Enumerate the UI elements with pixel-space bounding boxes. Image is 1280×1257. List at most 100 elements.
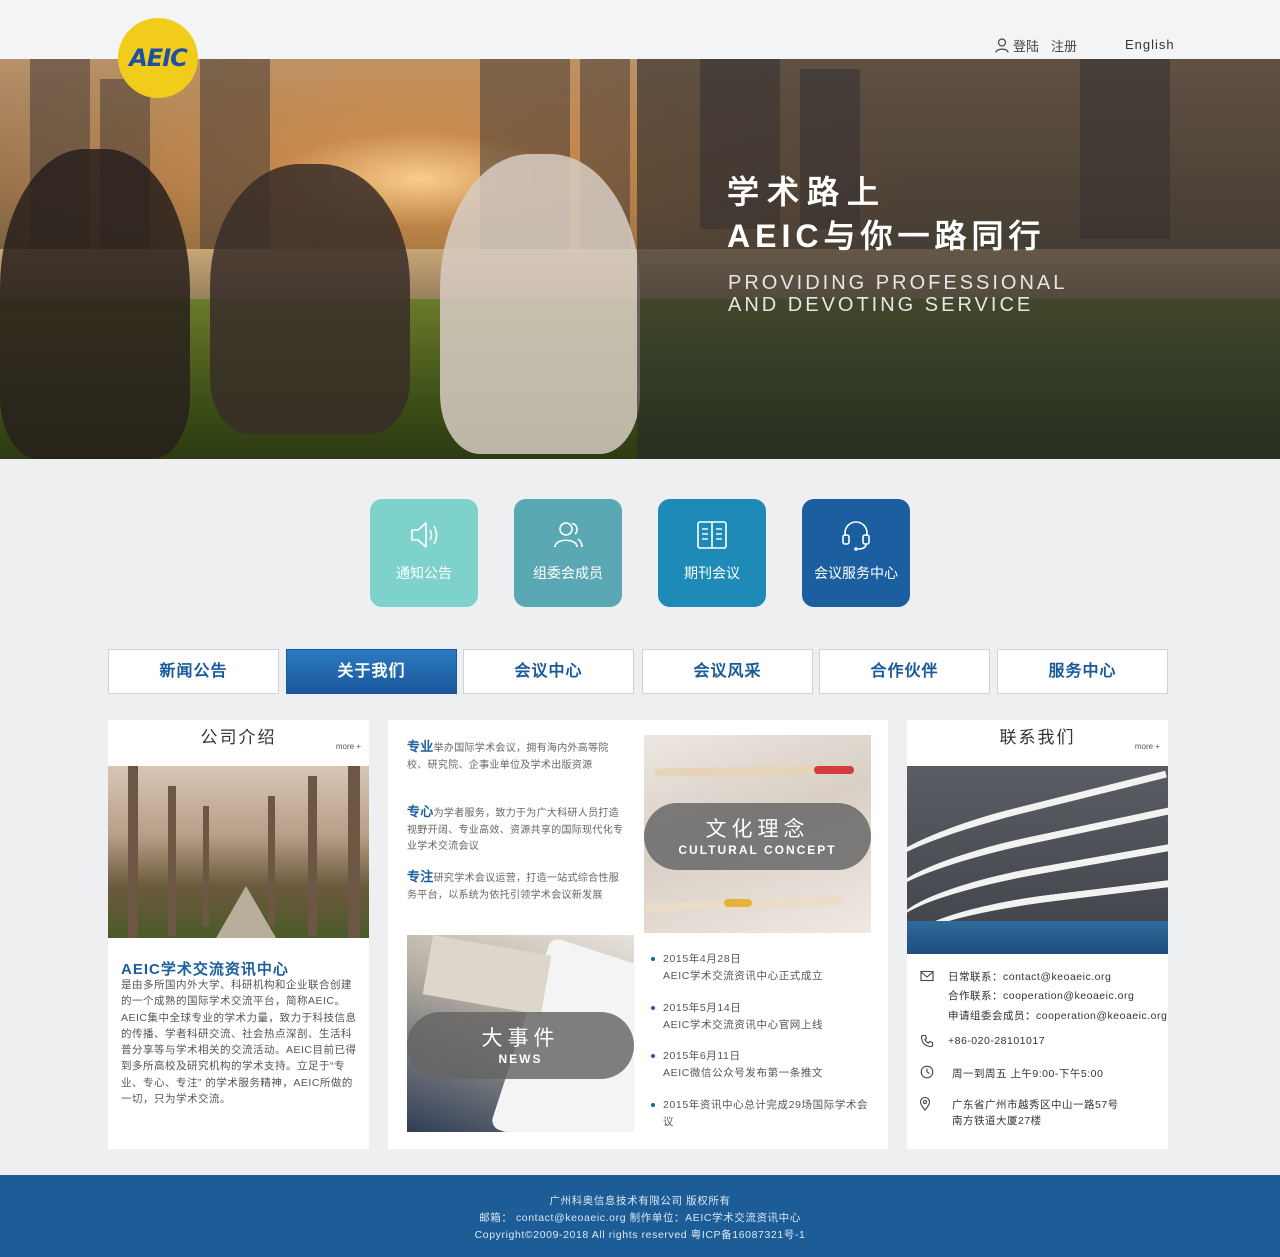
timeline-date: 2015年4月28日 xyxy=(663,953,742,965)
person-figure xyxy=(440,154,640,454)
company-heading-text: 公司介绍 xyxy=(200,728,277,747)
book-icon xyxy=(697,521,727,549)
hero-title-line2: AEIC与你一路同行 xyxy=(727,218,1046,254)
user-links: 登陆 注册 xyxy=(995,36,1089,55)
tile-label: 期刊会议 xyxy=(684,565,740,581)
sea-strip xyxy=(907,921,1168,954)
register-link[interactable]: 注册 xyxy=(1051,36,1077,55)
about-item-key: 专注 xyxy=(407,869,434,884)
tree-trunk xyxy=(348,766,360,938)
about-item-text: 为学者服务，致力于为广大科研人员打造视野开阔、专业高效、资源共享的国际现代化专业… xyxy=(407,808,624,852)
bullet-dot xyxy=(651,1006,655,1010)
footer-contact: 邮箱： contact@keoaeic.org 制作单位：AEIC学术交流资讯中… xyxy=(479,1212,801,1224)
timeline-date: 2015年6月11日 xyxy=(663,1050,741,1062)
headset-icon xyxy=(842,521,870,551)
daily-email[interactable]: contact@keoaeic.org xyxy=(1003,971,1111,983)
building-photo xyxy=(907,766,1168,954)
company-title: AEIC学术交流资讯中心 xyxy=(121,961,289,978)
culture-badge[interactable]: 文化理念 CULTURAL CONCEPT xyxy=(644,803,871,870)
daily-label: 日常联系： xyxy=(948,971,1003,983)
coop-label: 合作联系： xyxy=(948,990,1003,1002)
hero-banner: 学术路上 AEIC与你一路同行 PROVIDING PROFESSIONAL A… xyxy=(0,59,1280,459)
tab-conference-center[interactable]: 会议中心 xyxy=(463,649,634,694)
news-badge[interactable]: 大事件 NEWS xyxy=(407,1012,634,1079)
timeline-text: AEIC学术交流资讯中心正式成立 xyxy=(663,969,824,982)
about-item-professional: 专业举办国际学术会议，拥有海内外高等院校、研究院、企事业单位及学术出版资源 xyxy=(407,739,625,774)
users-icon xyxy=(554,522,583,548)
address-line1: 广东省广州市越秀区中山一路57号 xyxy=(952,1099,1119,1111)
contact-panel-heading: 联系我们 more + xyxy=(907,720,1168,756)
contact-heading-text: 联系我们 xyxy=(999,728,1076,747)
timeline-text: 2015年资讯中心总计完成29场国际学术会议 xyxy=(663,1099,869,1128)
login-link[interactable]: 登陆 xyxy=(1013,36,1039,55)
tree-trunk xyxy=(168,786,176,936)
timeline-item[interactable]: 2015年4月28日 AEIC学术交流资讯中心正式成立 xyxy=(651,951,876,984)
clock-icon xyxy=(920,1065,934,1079)
tile-label: 组委会成员 xyxy=(533,565,603,581)
timeline-item[interactable]: 2015年资讯中心总计完成29场国际学术会议 xyxy=(651,1097,876,1130)
apply-email[interactable]: cooperation@keoaeic.org xyxy=(1036,1010,1167,1022)
hero-subtitle-line1: PROVIDING PROFESSIONAL xyxy=(728,272,1068,294)
hero-subtitle-line2: AND DEVOTING SERVICE xyxy=(728,294,1034,316)
tile-label: 通知公告 xyxy=(396,565,452,581)
tile-service-center[interactable]: 会议服务中心 xyxy=(802,499,910,607)
tab-partners[interactable]: 合作伙伴 xyxy=(819,649,990,694)
language-switch[interactable]: English xyxy=(1125,37,1175,52)
footer: 广州科奥信息技术有限公司 版权所有 邮箱： contact@keoaeic.or… xyxy=(0,1175,1280,1257)
timeline-date: 2015年5月14日 xyxy=(663,1002,742,1014)
coop-email[interactable]: cooperation@keoaeic.org xyxy=(1003,990,1134,1002)
contact-more-link[interactable]: more + xyxy=(1135,742,1160,752)
apply-contact: 申请组委会成员：cooperation@keoaeic.org xyxy=(948,1008,1167,1023)
address: 广东省广州市越秀区中山一路57号 南方铁道大厦27楼 xyxy=(952,1097,1119,1129)
tab-about[interactable]: 关于我们 xyxy=(286,649,457,694)
office-hours: 周一到周五 上午9:00-下午5:00 xyxy=(952,1068,1104,1080)
hero-subtitle: PROVIDING PROFESSIONAL AND DEVOTING SERV… xyxy=(728,272,1128,316)
culture-title: 文化理念 xyxy=(705,818,810,841)
tree-trunk xyxy=(308,776,317,936)
about-item-focused: 专注研究学术会议运营，打造一站式综合性服务平台，以系统为依托引领学术会议新发展 xyxy=(407,869,625,904)
tile-committee[interactable]: 组委会成员 xyxy=(514,499,622,607)
tile-journals[interactable]: 期刊会议 xyxy=(658,499,766,607)
tile-notices[interactable]: 通知公告 xyxy=(370,499,478,607)
tile-label: 会议服务中心 xyxy=(814,565,898,581)
park-path xyxy=(216,886,276,938)
user-icon xyxy=(995,38,1009,53)
company-panel-heading: 公司介绍 more + xyxy=(108,720,369,756)
daily-contact: 日常联系：contact@keoaeic.org xyxy=(948,969,1111,984)
phone-icon xyxy=(920,1034,934,1048)
company-more-link[interactable]: more + xyxy=(336,742,361,752)
about-item-key: 专心 xyxy=(407,804,434,819)
bullet-dot xyxy=(651,957,655,961)
timeline-text: AEIC学术交流资讯中心官网上线 xyxy=(663,1018,824,1031)
location-pin-icon xyxy=(919,1097,931,1111)
footer-company: 广州科奥信息技术有限公司 版权所有 xyxy=(549,1195,731,1207)
about-item-text: 研究学术会议运营，打造一站式综合性服务平台，以系统为依托引领学术会议新发展 xyxy=(407,873,620,901)
bullet-dot xyxy=(651,1103,655,1107)
hero-overlay xyxy=(637,59,1280,459)
logo-text: AEIC xyxy=(129,44,188,72)
tree-trunk xyxy=(203,806,209,926)
pencil-tip-red xyxy=(814,766,854,774)
tab-service-center[interactable]: 服务中心 xyxy=(997,649,1168,694)
culture-subtitle: CULTURAL CONCEPT xyxy=(678,843,837,857)
phone-number[interactable]: +86-020-28101017 xyxy=(948,1035,1045,1047)
about-item-dedicated: 专心为学者服务，致力于为广大科研人员打造视野开阔、专业高效、资源共享的国际现代化… xyxy=(407,804,625,856)
tab-news[interactable]: 新闻公告 xyxy=(108,649,279,694)
tab-conference-gallery[interactable]: 会议风采 xyxy=(642,649,813,694)
person-figure xyxy=(210,164,410,434)
timeline-item[interactable]: 2015年5月14日 AEIC学术交流资讯中心官网上线 xyxy=(651,1000,876,1033)
person-figure xyxy=(0,149,190,459)
apply-label: 申请组委会成员： xyxy=(948,1010,1036,1022)
about-item-key: 专业 xyxy=(407,739,434,754)
tree-trunk xyxy=(128,766,138,938)
hero-title-line1: 学术路上 xyxy=(727,174,888,210)
footer-copyright: Copyright©2009-2018 All rights reserved … xyxy=(474,1229,806,1241)
coop-contact: 合作联系：cooperation@keoaeic.org xyxy=(948,988,1134,1003)
timeline-item[interactable]: 2015年6月11日 AEIC微信公众号发布第一条推文 xyxy=(651,1048,876,1081)
aeic-logo[interactable]: AEIC xyxy=(118,18,198,98)
news-subtitle: NEWS xyxy=(498,1052,543,1066)
about-item-text: 举办国际学术会议，拥有海内外高等院校、研究院、企事业单位及学术出版资源 xyxy=(407,743,609,771)
pencil-tip-yellow xyxy=(724,899,752,907)
timeline-text: AEIC微信公众号发布第一条推文 xyxy=(663,1066,824,1079)
address-line2: 南方铁道大厦27楼 xyxy=(952,1115,1042,1127)
